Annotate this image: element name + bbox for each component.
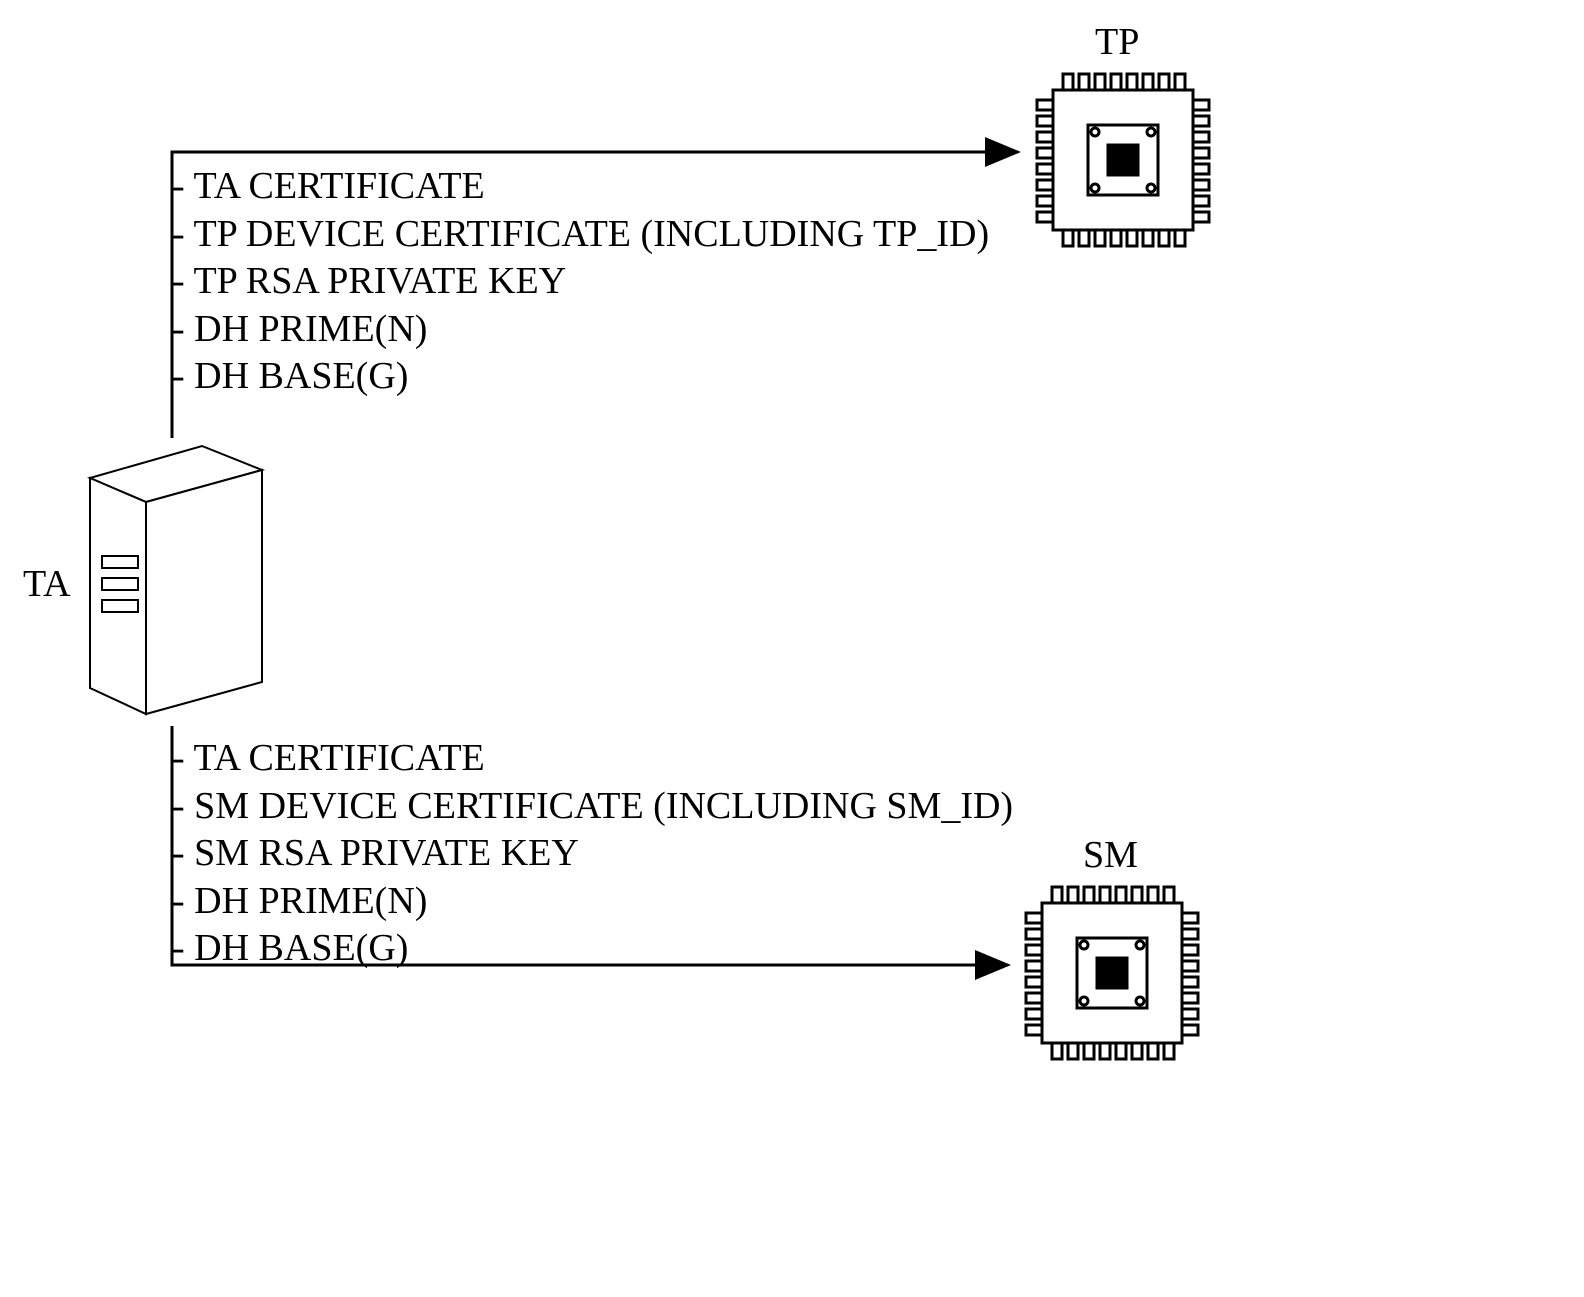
tp-items-list: - TA CERTIFICATE - TP DEVICE CERTIFICATE… [172, 163, 989, 401]
tp-item-2: - TP DEVICE CERTIFICATE (INCLUDING TP_ID… [172, 211, 989, 259]
sm-item-2: - SM DEVICE CERTIFICATE (INCLUDING SM_ID… [172, 783, 1013, 831]
sm-items-list: - TA CERTIFICATE - SM DEVICE CERTIFICATE… [172, 735, 1013, 973]
sm-item-4: - DH PRIME(N) [172, 878, 1013, 926]
tp-item-3: - TP RSA PRIVATE KEY [172, 258, 989, 306]
sm-item-5: - DH BASE(G) [172, 925, 1013, 973]
tp-item-5: - DH BASE(G) [172, 353, 989, 401]
tp-item-4: - DH PRIME(N) [172, 306, 989, 354]
sm-item-3: - SM RSA PRIVATE KEY [172, 830, 1013, 878]
sm-item-1: - TA CERTIFICATE [172, 735, 1013, 783]
tp-item-1: - TA CERTIFICATE [172, 163, 989, 211]
